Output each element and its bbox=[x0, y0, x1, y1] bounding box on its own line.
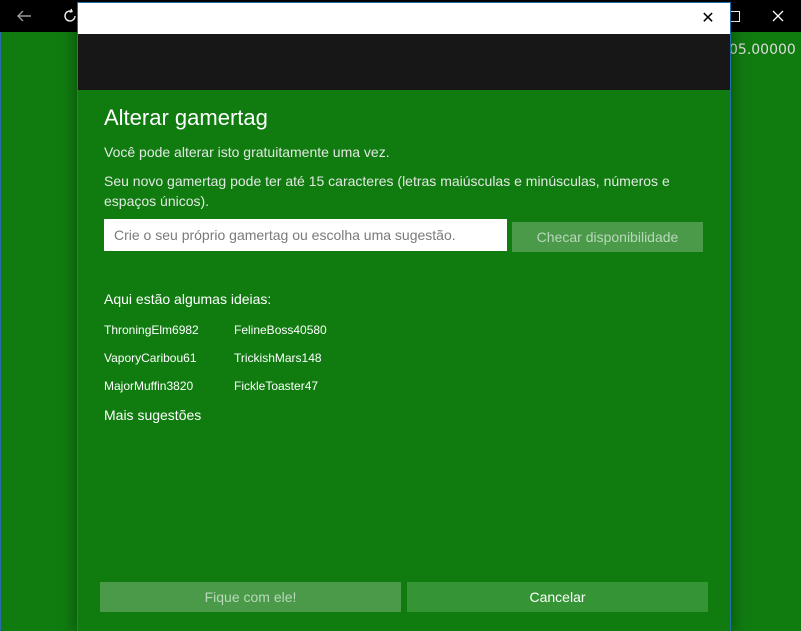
close-icon[interactable]: ✕ bbox=[698, 8, 718, 28]
suggestion-item[interactable]: FickleToaster47 bbox=[234, 377, 318, 395]
background-value-text: 05.00000 bbox=[729, 42, 796, 58]
change-gamertag-dialog: ✕ Alterar gamertag Você pode alterar ist… bbox=[78, 3, 730, 631]
suggestion-item[interactable]: FelineBoss40580 bbox=[234, 321, 327, 339]
more-suggestions-link[interactable]: Mais sugestões bbox=[104, 405, 201, 425]
check-availability-button[interactable]: Checar disponibilidade bbox=[512, 222, 703, 252]
dialog-footer: Fique com ele! Cancelar bbox=[100, 582, 708, 612]
back-arrow-icon[interactable] bbox=[0, 0, 48, 32]
suggestion-item[interactable]: ThroningElm6982 bbox=[104, 321, 199, 339]
suggestion-item[interactable]: TrickishMars148 bbox=[234, 349, 322, 367]
ideas-label: Aqui estão algumas ideias: bbox=[104, 291, 272, 307]
gamertag-rules-text: Seu novo gamertag pode ter até 15 caract… bbox=[104, 173, 670, 209]
gamertag-input[interactable] bbox=[104, 219, 507, 251]
dialog-title-bar: ✕ bbox=[78, 3, 730, 34]
suggestion-item[interactable]: VaporyCaribou61 bbox=[104, 349, 197, 367]
keep-it-button[interactable]: Fique com ele! bbox=[100, 582, 401, 612]
suggestion-item[interactable]: MajorMuffin3820 bbox=[104, 377, 193, 395]
gamertag-input-row: Checar disponibilidade bbox=[104, 219, 706, 252]
dialog-title: Alterar gamertag bbox=[104, 105, 268, 130]
dialog-subtitle: Você pode alterar isto gratuitamente uma… bbox=[104, 144, 390, 160]
dialog-header-band bbox=[78, 34, 730, 90]
cancel-button[interactable]: Cancelar bbox=[407, 582, 708, 612]
dialog-body: Alterar gamertag Você pode alterar isto … bbox=[104, 103, 704, 211]
app-close-icon[interactable] bbox=[762, 0, 794, 32]
